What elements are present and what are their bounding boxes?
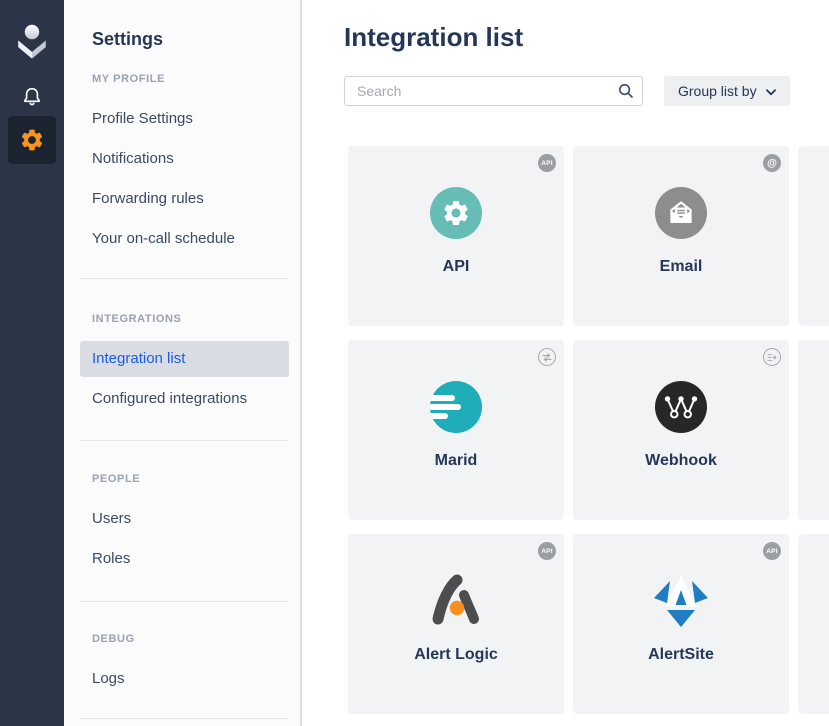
- sidebar-item-integration-list[interactable]: Integration list: [80, 341, 289, 377]
- integration-card-marid[interactable]: Marid: [348, 340, 564, 520]
- sidebar-item-notifications[interactable]: Notifications: [92, 150, 300, 168]
- integration-name: Alert Logic: [348, 646, 564, 664]
- integration-name: Email: [573, 258, 789, 276]
- app-window: Settings MY PROFILE Profile Settings Not…: [0, 0, 829, 726]
- search-input[interactable]: [344, 76, 643, 106]
- sidebar-item-on-call-schedule[interactable]: Your on-call schedule: [92, 230, 300, 248]
- integration-name: Marid: [348, 452, 564, 470]
- divider: [80, 440, 288, 441]
- sidebar-item-configured-integrations[interactable]: Configured integrations: [92, 390, 300, 408]
- divider: [80, 278, 288, 279]
- group-list-by-label: Group list by: [678, 83, 757, 99]
- opsgenie-logo-glyph: [12, 22, 52, 60]
- icon-wrap: [348, 377, 564, 437]
- integration-card-partial[interactable]: [798, 534, 829, 714]
- sidebar-item-logs[interactable]: Logs: [92, 670, 300, 688]
- icon-wrap: [573, 571, 789, 631]
- alertsite-logo: [653, 574, 709, 628]
- page-title: Integration list: [344, 21, 829, 53]
- integration-card-alertsite[interactable]: API AlertSite: [573, 534, 789, 714]
- search-icon[interactable]: [618, 83, 634, 99]
- section-header-integrations: INTEGRATIONS: [92, 313, 300, 326]
- section-header-my-profile: MY PROFILE: [92, 73, 300, 86]
- app-rail: [0, 0, 64, 726]
- integration-card-webhook[interactable]: Webhook: [573, 340, 789, 520]
- api-type-badge: API: [538, 154, 556, 172]
- icon-wrap: [348, 183, 564, 243]
- marid-lines-icon: [430, 381, 482, 433]
- section-header-debug: DEBUG: [92, 633, 300, 646]
- api-type-badge: API: [538, 542, 556, 560]
- integration-name: AlertSite: [573, 646, 789, 664]
- email-type-badge: @: [763, 154, 781, 172]
- sidebar-item-users[interactable]: Users: [92, 510, 300, 528]
- divider: [80, 718, 288, 719]
- webhook-icon: [655, 381, 707, 433]
- main-content: Integration list Group list by AP: [302, 0, 829, 726]
- notifications-bell-icon[interactable]: [18, 84, 46, 112]
- sidebar-item-profile-settings[interactable]: Profile Settings: [92, 110, 300, 128]
- list-arrow-right-icon: [763, 348, 781, 366]
- integration-grid: API API @: [348, 146, 829, 714]
- search-box: [344, 76, 643, 106]
- gear-icon: [430, 187, 482, 239]
- group-list-by-button[interactable]: Group list by: [664, 76, 790, 106]
- settings-gear-icon[interactable]: [8, 116, 56, 164]
- icon-wrap: [348, 571, 564, 631]
- envelope-icon: [655, 187, 707, 239]
- integration-card-partial[interactable]: [798, 340, 829, 520]
- integration-card-partial[interactable]: [798, 146, 829, 326]
- icon-wrap: [573, 183, 789, 243]
- integration-card-api[interactable]: API API: [348, 146, 564, 326]
- integration-name: Webhook: [573, 452, 789, 470]
- icon-wrap: [573, 377, 789, 437]
- sync-arrows-icon: [538, 348, 556, 366]
- api-type-badge: API: [763, 542, 781, 560]
- chevron-down-icon: [766, 83, 776, 99]
- integration-card-email[interactable]: @ Email: [573, 146, 789, 326]
- sidebar-item-forwarding-rules[interactable]: Forwarding rules: [92, 190, 300, 208]
- settings-sidebar: Settings MY PROFILE Profile Settings Not…: [64, 0, 302, 726]
- opsgenie-logo[interactable]: [12, 22, 52, 60]
- sidebar-item-roles[interactable]: Roles: [92, 550, 300, 568]
- integration-name: API: [348, 258, 564, 276]
- alert-logic-logo: [428, 572, 484, 630]
- sidebar-title: Settings: [92, 29, 300, 50]
- section-header-people: PEOPLE: [92, 473, 300, 486]
- toolbar: Group list by: [344, 76, 829, 106]
- divider: [80, 601, 288, 602]
- integration-card-alert-logic[interactable]: API Alert Logic: [348, 534, 564, 714]
